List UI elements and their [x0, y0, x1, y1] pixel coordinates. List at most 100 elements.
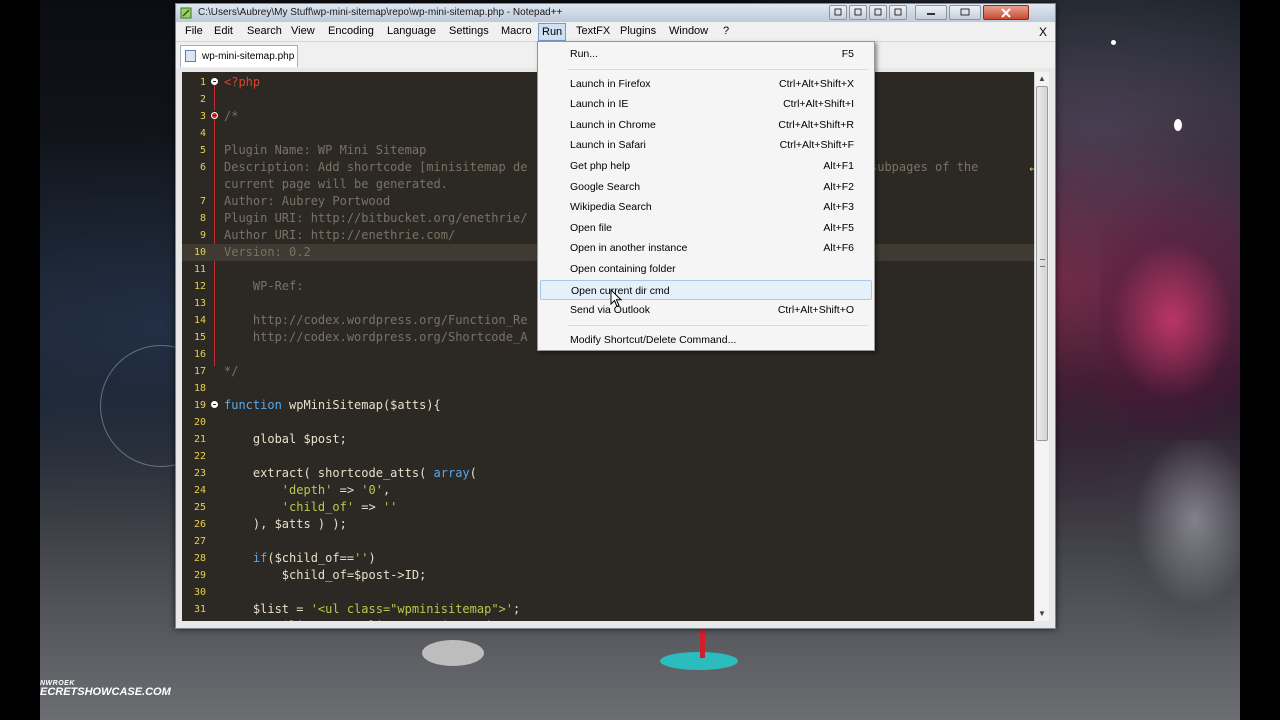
menu-textfx[interactable]: TextFX: [573, 25, 613, 37]
scroll-down-arrow-icon[interactable]: ▼: [1035, 607, 1049, 621]
code-line[interactable]: 28 if($child_of==''): [182, 550, 1040, 567]
code-text: Description: Add shortcode [minisitemap …: [224, 159, 527, 176]
run-menu-item-launch-in-safari[interactable]: Launch in Safari Ctrl+Alt+Shift+F: [540, 135, 872, 155]
code-text: Author: Aubrey Portwood: [224, 193, 390, 210]
code-token: */: [224, 364, 239, 378]
code-text: $child_of=$post->ID;: [224, 567, 427, 584]
title-bar[interactable]: C:\Users\Aubrey\My Stuff\wp-mini-sitemap…: [176, 4, 1055, 22]
menu-view[interactable]: View: [288, 25, 318, 37]
vertical-scrollbar[interactable]: ▲ ▼: [1034, 72, 1049, 621]
menu-macro[interactable]: Macro: [498, 25, 535, 37]
line-number: 9: [199, 230, 206, 241]
code-line[interactable]: 32 $list .= wp_list_pages(array(: [182, 618, 1040, 621]
run-menu-item-modify-shortcut-delete-command[interactable]: Modify Shortcut/Delete Command...: [540, 330, 872, 350]
pin-button[interactable]: [829, 5, 847, 20]
run-menu-item-launch-in-ie[interactable]: Launch in IE Ctrl+Alt+Shift+I: [540, 94, 872, 114]
code-token: http://codex.wordpress.org/Function_Re: [224, 313, 528, 327]
code-line[interactable]: 20: [182, 414, 1040, 431]
code-token: Plugin Name: WP Mini Sitemap: [224, 143, 427, 157]
fold-toggle-icon[interactable]: [211, 78, 218, 85]
run-menu-item-send-via-outlook[interactable]: Send via Outlook Ctrl+Alt+Shift+O: [540, 300, 872, 320]
run-menu-item-launch-in-chrome[interactable]: Launch in Chrome Ctrl+Alt+Shift+R: [540, 115, 872, 135]
menu-separator: [568, 68, 868, 70]
code-line[interactable]: 26 ), $atts ) );: [182, 516, 1040, 533]
scroll-thumb[interactable]: [1036, 86, 1048, 441]
menu-item-shortcut: Alt+F1: [823, 160, 854, 172]
menu-bar: File Edit Search View Encoding Language …: [176, 22, 1055, 42]
menu-encoding[interactable]: Encoding: [325, 25, 377, 37]
fold-toggle-icon[interactable]: [211, 401, 218, 408]
square-icon: [894, 8, 902, 16]
code-token: '<ul class="wpminisitemap">': [310, 602, 513, 616]
menu-item-shortcut: Alt+F6: [823, 242, 854, 255]
menu-file[interactable]: File: [182, 25, 206, 37]
close-button[interactable]: [983, 5, 1029, 20]
line-number: 13: [193, 298, 206, 309]
menu-item-label: Wikipedia Search: [570, 201, 652, 214]
line-number: 24: [193, 485, 206, 496]
code-line[interactable]: 17 */: [182, 363, 1040, 380]
restore-small-button[interactable]: [849, 5, 867, 20]
fold-toggle-icon[interactable]: [211, 112, 218, 119]
code-line[interactable]: 30: [182, 584, 1040, 601]
code-line[interactable]: 23 extract( shortcode_atts( array(: [182, 465, 1040, 482]
menu-item-shortcut: Ctrl+Alt+Shift+X: [779, 77, 854, 90]
letterbox-right: [1240, 0, 1280, 720]
menu-plugins[interactable]: Plugins: [617, 25, 659, 37]
menu-help[interactable]: ?: [720, 25, 732, 37]
code-line[interactable]: 25 'child_of' => '': [182, 499, 1040, 516]
minimize-button[interactable]: [915, 5, 947, 20]
tab-wp-mini-sitemap[interactable]: wp-mini-sitemap.php: [180, 45, 298, 67]
code-text: current page will be generated.: [224, 176, 448, 193]
menu-run[interactable]: Run: [538, 23, 567, 41]
pin-icon: [834, 8, 842, 16]
menu-item-label: Run...: [570, 48, 599, 60]
line-number: 10: [193, 247, 206, 258]
code-token: (: [469, 466, 477, 480]
menu-language[interactable]: Language: [384, 25, 439, 37]
code-line[interactable]: 21 global $post;: [182, 431, 1040, 448]
code-line[interactable]: 31 $list = '<ul class="wpminisitemap">';: [182, 601, 1040, 618]
code-token: ;: [513, 602, 521, 616]
code-token: $child_of=$post->ID;: [224, 568, 427, 582]
code-token: ): [368, 551, 376, 565]
line-number: 7: [199, 196, 206, 207]
code-line[interactable]: 29 $child_of=$post->ID;: [182, 567, 1040, 584]
tray-button[interactable]: [869, 5, 887, 20]
menu-search[interactable]: Search: [244, 25, 285, 37]
menu-item-shortcut: Ctrl+Alt+Shift+O: [777, 304, 854, 317]
line-number: 11: [193, 264, 206, 275]
code-text: Author URI: http://enethrie.com/: [224, 227, 455, 244]
code-line[interactable]: 22: [182, 448, 1040, 465]
run-menu-item-google-search[interactable]: Google Search Alt+F2: [540, 177, 872, 197]
code-line[interactable]: 27: [182, 533, 1040, 550]
code-line[interactable]: 18: [182, 380, 1040, 397]
wallpaper-art-pink: [1100, 180, 1240, 460]
run-menu-item-open-current-dir-cmd[interactable]: Open current dir cmd: [540, 279, 872, 300]
run-menu-item-wikipedia-search[interactable]: Wikipedia Search Alt+F3: [540, 197, 872, 217]
line-number: 3: [199, 111, 206, 122]
code-token: =>: [332, 483, 362, 497]
run-menu-item-open-containing-folder[interactable]: Open containing folder: [540, 259, 872, 279]
wallpaper-star: [1111, 40, 1116, 45]
run-menu-item-open-in-another-instance[interactable]: Open in another instance Alt+F6: [540, 238, 872, 258]
close-document-button[interactable]: X: [1039, 25, 1047, 39]
code-line[interactable]: 19 function wpMiniSitemap($atts){: [182, 397, 1040, 414]
menu-settings[interactable]: Settings: [446, 25, 492, 37]
wallpaper-rock: [422, 640, 484, 666]
scroll-up-arrow-icon[interactable]: ▲: [1035, 72, 1049, 86]
close-icon: [1001, 8, 1011, 18]
code-line[interactable]: 24 'depth' => '0',: [182, 482, 1040, 499]
line-number: 15: [193, 332, 206, 343]
maximize-button[interactable]: [949, 5, 981, 20]
roll-button[interactable]: [889, 5, 907, 20]
line-number: 25: [193, 502, 206, 513]
run-menu-item-launch-in-firefox[interactable]: Launch in Firefox Ctrl+Alt+Shift+X: [540, 74, 872, 94]
menu-item-label: Open file: [570, 221, 613, 234]
run-menu-item-get-php-help[interactable]: Get php help Alt+F1: [540, 156, 872, 176]
menu-edit[interactable]: Edit: [211, 25, 236, 37]
run-menu-dropdown: Run... F5 Launch in Firefox Ctrl+Alt+Shift+…: [537, 41, 875, 351]
run-menu-item-run[interactable]: Run... F5: [540, 44, 872, 64]
menu-window[interactable]: Window: [666, 25, 711, 37]
run-menu-item-open-file[interactable]: Open file Alt+F5: [540, 218, 872, 238]
